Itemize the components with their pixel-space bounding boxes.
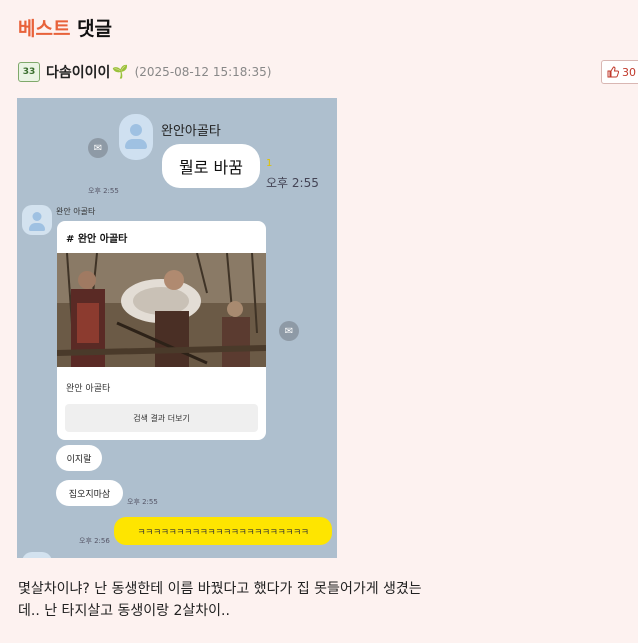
top-message-bubble: 뭘로 바꿈 [162, 144, 260, 188]
comment-timestamp: (2025-08-12 15:18:35) [134, 65, 272, 79]
thumbs-up-icon [607, 66, 619, 78]
avatar [22, 552, 52, 558]
chat-screenshot: 완안아골타 뭘로 바꿈 1 오후 2:55 ✉ 오후 2:55 완안 아골타 #… [17, 98, 337, 558]
reply-bubble-2: 집오지마삼 [56, 480, 123, 506]
avatar [22, 205, 52, 235]
reply-bubble-1: 이지랄 [56, 445, 102, 471]
my-message-time: 오후 2:56 [79, 537, 110, 545]
search-result-card[interactable]: # 완안 아골타 완안 아골타 검색 결과 더보기 [57, 221, 266, 440]
top-message-time: 오후 2:55 [266, 176, 319, 190]
sprout-icon: 🌱 [112, 64, 129, 80]
avatar [119, 114, 153, 160]
best-comments-heading: 베스트 댓글 [18, 14, 112, 40]
top-sender-name: 완안아골타 [161, 124, 221, 139]
comment-body-line: 몇살차이냐? 난 동생한테 이름 바꿨다고 했다가 집 못들어가게 생겼는 [18, 581, 422, 597]
comment-body: 몇살차이냐? 난 동생한테 이름 바꿨다고 했다가 집 못들어가게 생겼는 데.… [18, 578, 618, 622]
comment-label: 댓글 [77, 18, 113, 40]
message-time: 오후 2:55 [88, 187, 119, 195]
author-name[interactable]: 다솜이이이 [46, 62, 110, 82]
best-label: 베스트 [18, 18, 71, 40]
more-results-button[interactable]: 검색 결과 더보기 [65, 404, 258, 432]
reply-time: 오후 2:55 [127, 498, 158, 506]
share-icon[interactable]: ✉ [88, 138, 108, 158]
comment-header: 33 다솜이이이 🌱 (2025-08-12 15:18:35) [18, 60, 271, 84]
like-button[interactable]: 30 [601, 60, 638, 84]
card-title: # 완안 아골타 [66, 234, 128, 245]
level-badge-icon: 33 [18, 62, 40, 82]
card-result-name: 완안 아골타 [66, 384, 111, 394]
unread-count: 1 [266, 158, 273, 169]
movie-still-image [57, 253, 266, 367]
like-count: 30 [622, 65, 636, 79]
share-icon[interactable]: ✉ [279, 321, 299, 341]
comment-body-line: 데.. 난 타지살고 동생이랑 2살차이.. [18, 603, 230, 619]
my-message-bubble: ㅋㅋㅋㅋㅋㅋㅋㅋㅋㅋㅋㅋㅋㅋㅋㅋㅋㅋㅋㅋㅋㅋ [114, 517, 332, 545]
card-sender-name: 완안 아골타 [56, 207, 96, 216]
